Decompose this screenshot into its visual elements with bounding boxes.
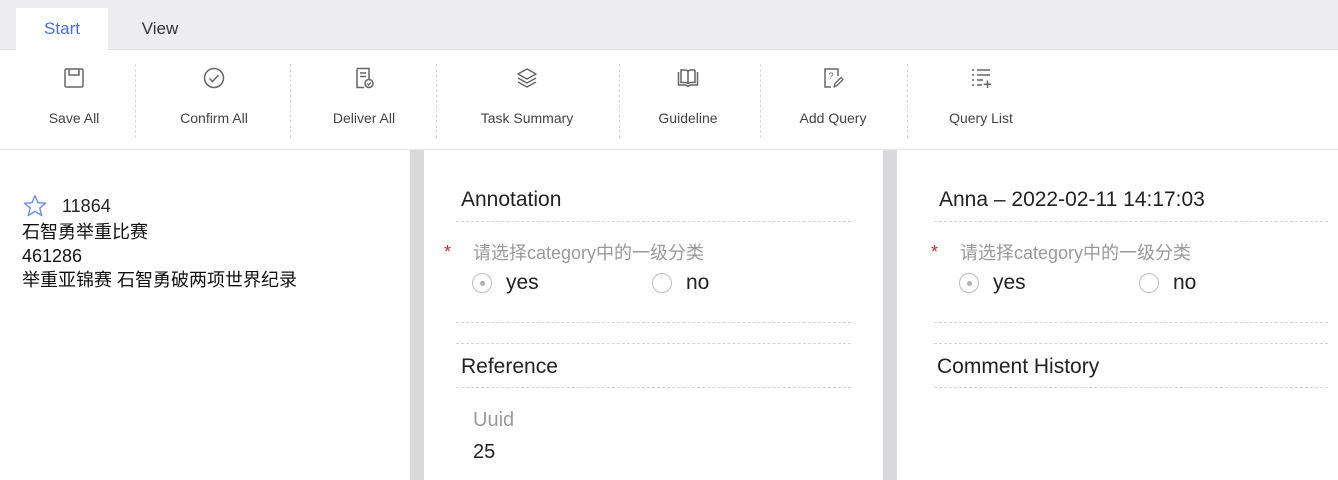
category-question: 请选择category中的一级分类 bbox=[473, 243, 705, 263]
confirm-all-button[interactable]: Confirm All bbox=[166, 66, 262, 138]
reference-title: Reference bbox=[461, 355, 558, 378]
radio-yes bbox=[959, 273, 979, 293]
guideline-button[interactable]: Guideline bbox=[648, 66, 728, 138]
item-panel: 11864 石智勇举重比赛 461286 举重亚锦赛 石智勇破两项世界纪录 bbox=[0, 150, 410, 480]
column-divider bbox=[883, 150, 897, 480]
save-all-label: Save All bbox=[48, 110, 100, 126]
item-id: 11864 bbox=[62, 195, 111, 216]
svg-text:?: ? bbox=[829, 71, 834, 81]
deliver-all-label: Deliver All bbox=[332, 110, 396, 126]
query-list-button[interactable]: Query List bbox=[936, 66, 1026, 138]
save-all-button[interactable]: Save All bbox=[38, 66, 110, 138]
divider bbox=[456, 387, 851, 388]
annotation-panel: Annotation * 请选择category中的一级分类 yes no Re… bbox=[424, 150, 883, 480]
deliver-all-button[interactable]: Deliver All bbox=[318, 66, 410, 138]
layers-icon bbox=[517, 68, 537, 88]
radio-yes[interactable] bbox=[472, 273, 492, 293]
option-yes-label: yes bbox=[993, 271, 1026, 294]
option-no-label: no bbox=[686, 271, 710, 294]
history-header: Anna – 2022-02-11 14:17:03 bbox=[939, 188, 1205, 211]
add-query-label: Add Query bbox=[799, 110, 867, 126]
history-panel: Anna – 2022-02-11 14:17:03 * 请选择category… bbox=[897, 150, 1338, 480]
guideline-label: Guideline bbox=[658, 110, 718, 126]
divider bbox=[934, 343, 1328, 344]
task-summary-button[interactable]: Task Summary bbox=[468, 66, 586, 138]
history-option-no: no bbox=[1139, 271, 1196, 295]
option-yes-label: yes bbox=[506, 271, 539, 294]
save-icon bbox=[64, 68, 84, 88]
required-mark: * bbox=[444, 242, 452, 262]
add-query-button[interactable]: ? Add Query bbox=[790, 66, 876, 138]
annotation-title: Annotation bbox=[461, 188, 562, 211]
toolbar-divider bbox=[290, 64, 291, 138]
check-circle-icon bbox=[203, 67, 225, 89]
divider bbox=[934, 387, 1328, 388]
toolbar-divider bbox=[619, 64, 620, 138]
item-number: 461286 bbox=[22, 246, 83, 266]
query-list-label: Query List bbox=[949, 110, 1013, 126]
required-mark: * bbox=[931, 242, 939, 262]
uuid-label: Uuid bbox=[473, 409, 515, 431]
toolbar-divider bbox=[135, 64, 136, 138]
toolbar-divider bbox=[436, 64, 437, 138]
toolbar-divider bbox=[760, 64, 761, 138]
option-yes[interactable]: yes bbox=[472, 271, 539, 295]
deliver-document-icon bbox=[356, 67, 374, 89]
uuid-value: 25 bbox=[473, 441, 496, 463]
column-divider bbox=[410, 150, 424, 480]
divider bbox=[456, 343, 851, 344]
radio-no bbox=[1139, 273, 1159, 293]
star-icon[interactable] bbox=[22, 193, 48, 219]
category-question: 请选择category中的一级分类 bbox=[960, 243, 1192, 263]
add-query-icon: ? bbox=[824, 68, 844, 88]
divider bbox=[456, 322, 851, 323]
tab-view[interactable]: View bbox=[112, 8, 208, 50]
item-title: 石智勇举重比赛 bbox=[22, 222, 148, 242]
book-icon bbox=[677, 69, 699, 88]
tab-start[interactable]: Start bbox=[16, 8, 108, 50]
toolbar-divider bbox=[907, 64, 908, 138]
option-no-label: no bbox=[1173, 271, 1197, 294]
comment-history-title: Comment History bbox=[937, 355, 1100, 378]
task-summary-label: Task Summary bbox=[480, 110, 574, 126]
option-no[interactable]: no bbox=[652, 271, 709, 295]
history-option-yes: yes bbox=[959, 271, 1026, 295]
list-icon bbox=[972, 69, 992, 88]
item-headline: 举重亚锦赛 石智勇破两项世界纪录 bbox=[22, 270, 297, 290]
divider bbox=[934, 221, 1328, 222]
confirm-all-label: Confirm All bbox=[180, 110, 248, 126]
tab-bar: Start View bbox=[0, 0, 1338, 50]
divider bbox=[456, 221, 851, 222]
toolbar: Save All Confirm All Deliver All Task Su… bbox=[0, 50, 1338, 150]
radio-no[interactable] bbox=[652, 273, 672, 293]
divider bbox=[934, 322, 1328, 323]
